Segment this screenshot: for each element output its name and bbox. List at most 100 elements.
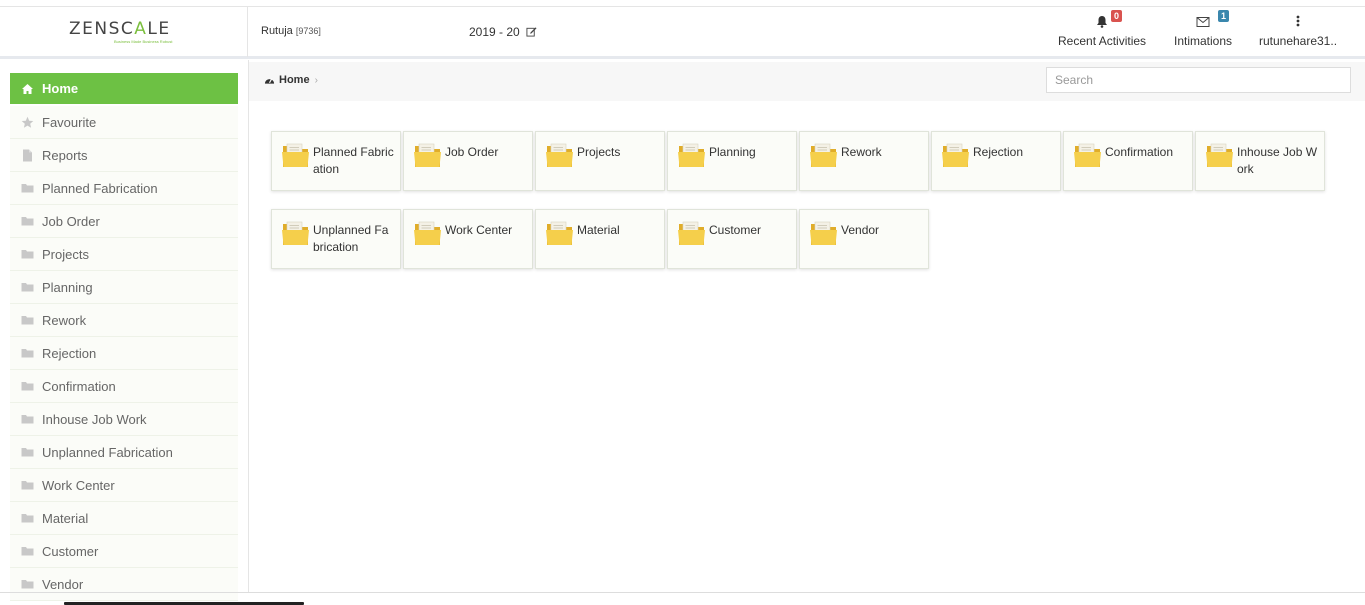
intimations-badge: 1 [1218, 10, 1230, 22]
folder-icon [414, 220, 441, 251]
tile-label: Material [577, 223, 620, 237]
user-id: [9736] [295, 26, 321, 36]
search-input[interactable] [1046, 67, 1351, 93]
folder-icon [20, 247, 34, 261]
footer-divider [0, 592, 1365, 593]
tile-rework[interactable]: Rework [799, 131, 929, 191]
folder-icon [20, 379, 34, 393]
recent-activities-button[interactable]: 0 Recent Activities [1058, 7, 1146, 57]
sidebar-item-label: Work Center [42, 477, 115, 493]
tile-label: Unplanned Fabrication [313, 223, 389, 254]
recent-activities-badge: 0 [1111, 10, 1123, 22]
tile-label: Customer [709, 223, 762, 237]
tile-material[interactable]: Material [535, 209, 665, 269]
sidebar-item-favourite[interactable]: Favourite [10, 106, 238, 139]
folder-icon [1074, 142, 1101, 173]
fiscal-year-selector[interactable]: 2019 - 20 [469, 25, 537, 39]
sidebar-item-label: Rejection [42, 345, 97, 361]
sidebar-item-inhouse-job-work[interactable]: Inhouse Job Work [10, 403, 238, 436]
sidebar-item-unplanned-fabrication[interactable]: Unplanned Fabrication [10, 436, 238, 469]
tile-rejection[interactable]: Rejection [931, 131, 1061, 191]
user-info: Rutuja [9736] [261, 25, 321, 37]
tile-label: Work Center [445, 223, 513, 237]
tile-label: Rejection [973, 145, 1024, 159]
breadcrumb-home[interactable]: Home [279, 74, 310, 86]
folder-icon [282, 142, 309, 173]
sidebar-item-label: Reports [42, 147, 88, 163]
tile-label: Planning [709, 145, 756, 159]
home-icon [20, 82, 34, 96]
sidebar-item-confirmation[interactable]: Confirmation [10, 370, 238, 403]
folder-icon [810, 220, 837, 251]
folder-icon [1206, 142, 1233, 173]
sidebar-item-label: Rework [42, 312, 87, 328]
sidebar-item-label: Confirmation [42, 378, 116, 394]
folder-icon [546, 142, 573, 173]
sidebar-item-planned-fabrication[interactable]: Planned Fabrication [10, 172, 238, 205]
tile-planned-fabrication[interactable]: Planned Fabrication [271, 131, 401, 191]
tile-label: Rework [841, 145, 882, 159]
dashboard-icon [264, 78, 275, 84]
logo[interactable]: ZENSCALE [69, 19, 171, 39]
sidebar-item-label: Favourite [42, 114, 97, 130]
sidebar-item-rework[interactable]: Rework [10, 304, 238, 337]
envelope-icon [1196, 17, 1210, 27]
user-name: Rutuja [261, 25, 293, 37]
folder-icon [282, 220, 309, 251]
sidebar-item-label: Unplanned Fabrication [42, 444, 173, 460]
bell-icon [1097, 16, 1107, 28]
folder-icon [942, 142, 969, 173]
sidebar-item-customer[interactable]: Customer [10, 535, 238, 568]
intimations-button[interactable]: 1 Intimations [1170, 7, 1236, 57]
sidebar-item-label: Home [42, 81, 79, 96]
edit-icon [526, 27, 537, 37]
tile-planning[interactable]: Planning [667, 131, 797, 191]
star-icon [20, 115, 34, 129]
logo-tagline: Business Made Business Robust [114, 39, 173, 44]
tile-confirmation[interactable]: Confirmation [1063, 131, 1193, 191]
sidebar-item-planning[interactable]: Planning [10, 271, 238, 304]
folder-icon [20, 346, 34, 360]
folder-icon [678, 220, 705, 251]
folder-icon [20, 544, 34, 558]
intimations-label: Intimations [1173, 34, 1233, 48]
tile-label: Vendor [841, 223, 880, 237]
tile-label: Inhouse Job Work [1237, 145, 1318, 176]
sidebar-item-home[interactable]: Home [10, 73, 238, 104]
account-menu-button[interactable]: rutunehare31.. [1258, 7, 1338, 57]
sidebar-item-label: Vendor [42, 576, 84, 592]
tile-work-center[interactable]: Work Center [403, 209, 533, 269]
tile-job-order[interactable]: Job Order [403, 131, 533, 191]
tile-unplanned-fabrication[interactable]: Unplanned Fabrication [271, 209, 401, 269]
sidebar-item-reports[interactable]: Reports [10, 139, 238, 172]
folder-icon [20, 313, 34, 327]
tile-customer[interactable]: Customer [667, 209, 797, 269]
folder-icon [20, 445, 34, 459]
folder-icon [20, 214, 34, 228]
folder-icon [20, 412, 34, 426]
sidebar-item-label: Job Order [42, 213, 100, 229]
tile-label: Planned Fabrication [313, 145, 394, 176]
sidebar-item-projects[interactable]: Projects [10, 238, 238, 271]
chevron-right-icon: › [314, 74, 318, 86]
sidebar-item-job-order[interactable]: Job Order [10, 205, 238, 238]
top-header: ZENSCALE Business Made Business Robust R… [0, 6, 1365, 59]
fiscal-year-label: 2019 - 20 [469, 25, 520, 39]
folder-icon [20, 577, 34, 591]
sidebar-item-vendor[interactable]: Vendor [10, 568, 238, 601]
sidebar-divider [248, 60, 249, 592]
more-vertical-icon [1296, 15, 1300, 27]
sidebar-item-rejection[interactable]: Rejection [10, 337, 238, 370]
folder-icon [20, 181, 34, 195]
document-icon [20, 148, 34, 162]
folder-icon [20, 511, 34, 525]
logo-area: ZENSCALE Business Made Business Robust [0, 7, 248, 57]
tile-inhouse-job-work[interactable]: Inhouse Job Work [1195, 131, 1325, 191]
sidebar-item-work-center[interactable]: Work Center [10, 469, 238, 502]
folder-icon [546, 220, 573, 251]
tile-label: Job Order [445, 145, 499, 159]
tile-vendor[interactable]: Vendor [799, 209, 929, 269]
sidebar-item-material[interactable]: Material [10, 502, 238, 535]
sidebar-item-label: Planning [42, 279, 93, 295]
tile-projects[interactable]: Projects [535, 131, 665, 191]
